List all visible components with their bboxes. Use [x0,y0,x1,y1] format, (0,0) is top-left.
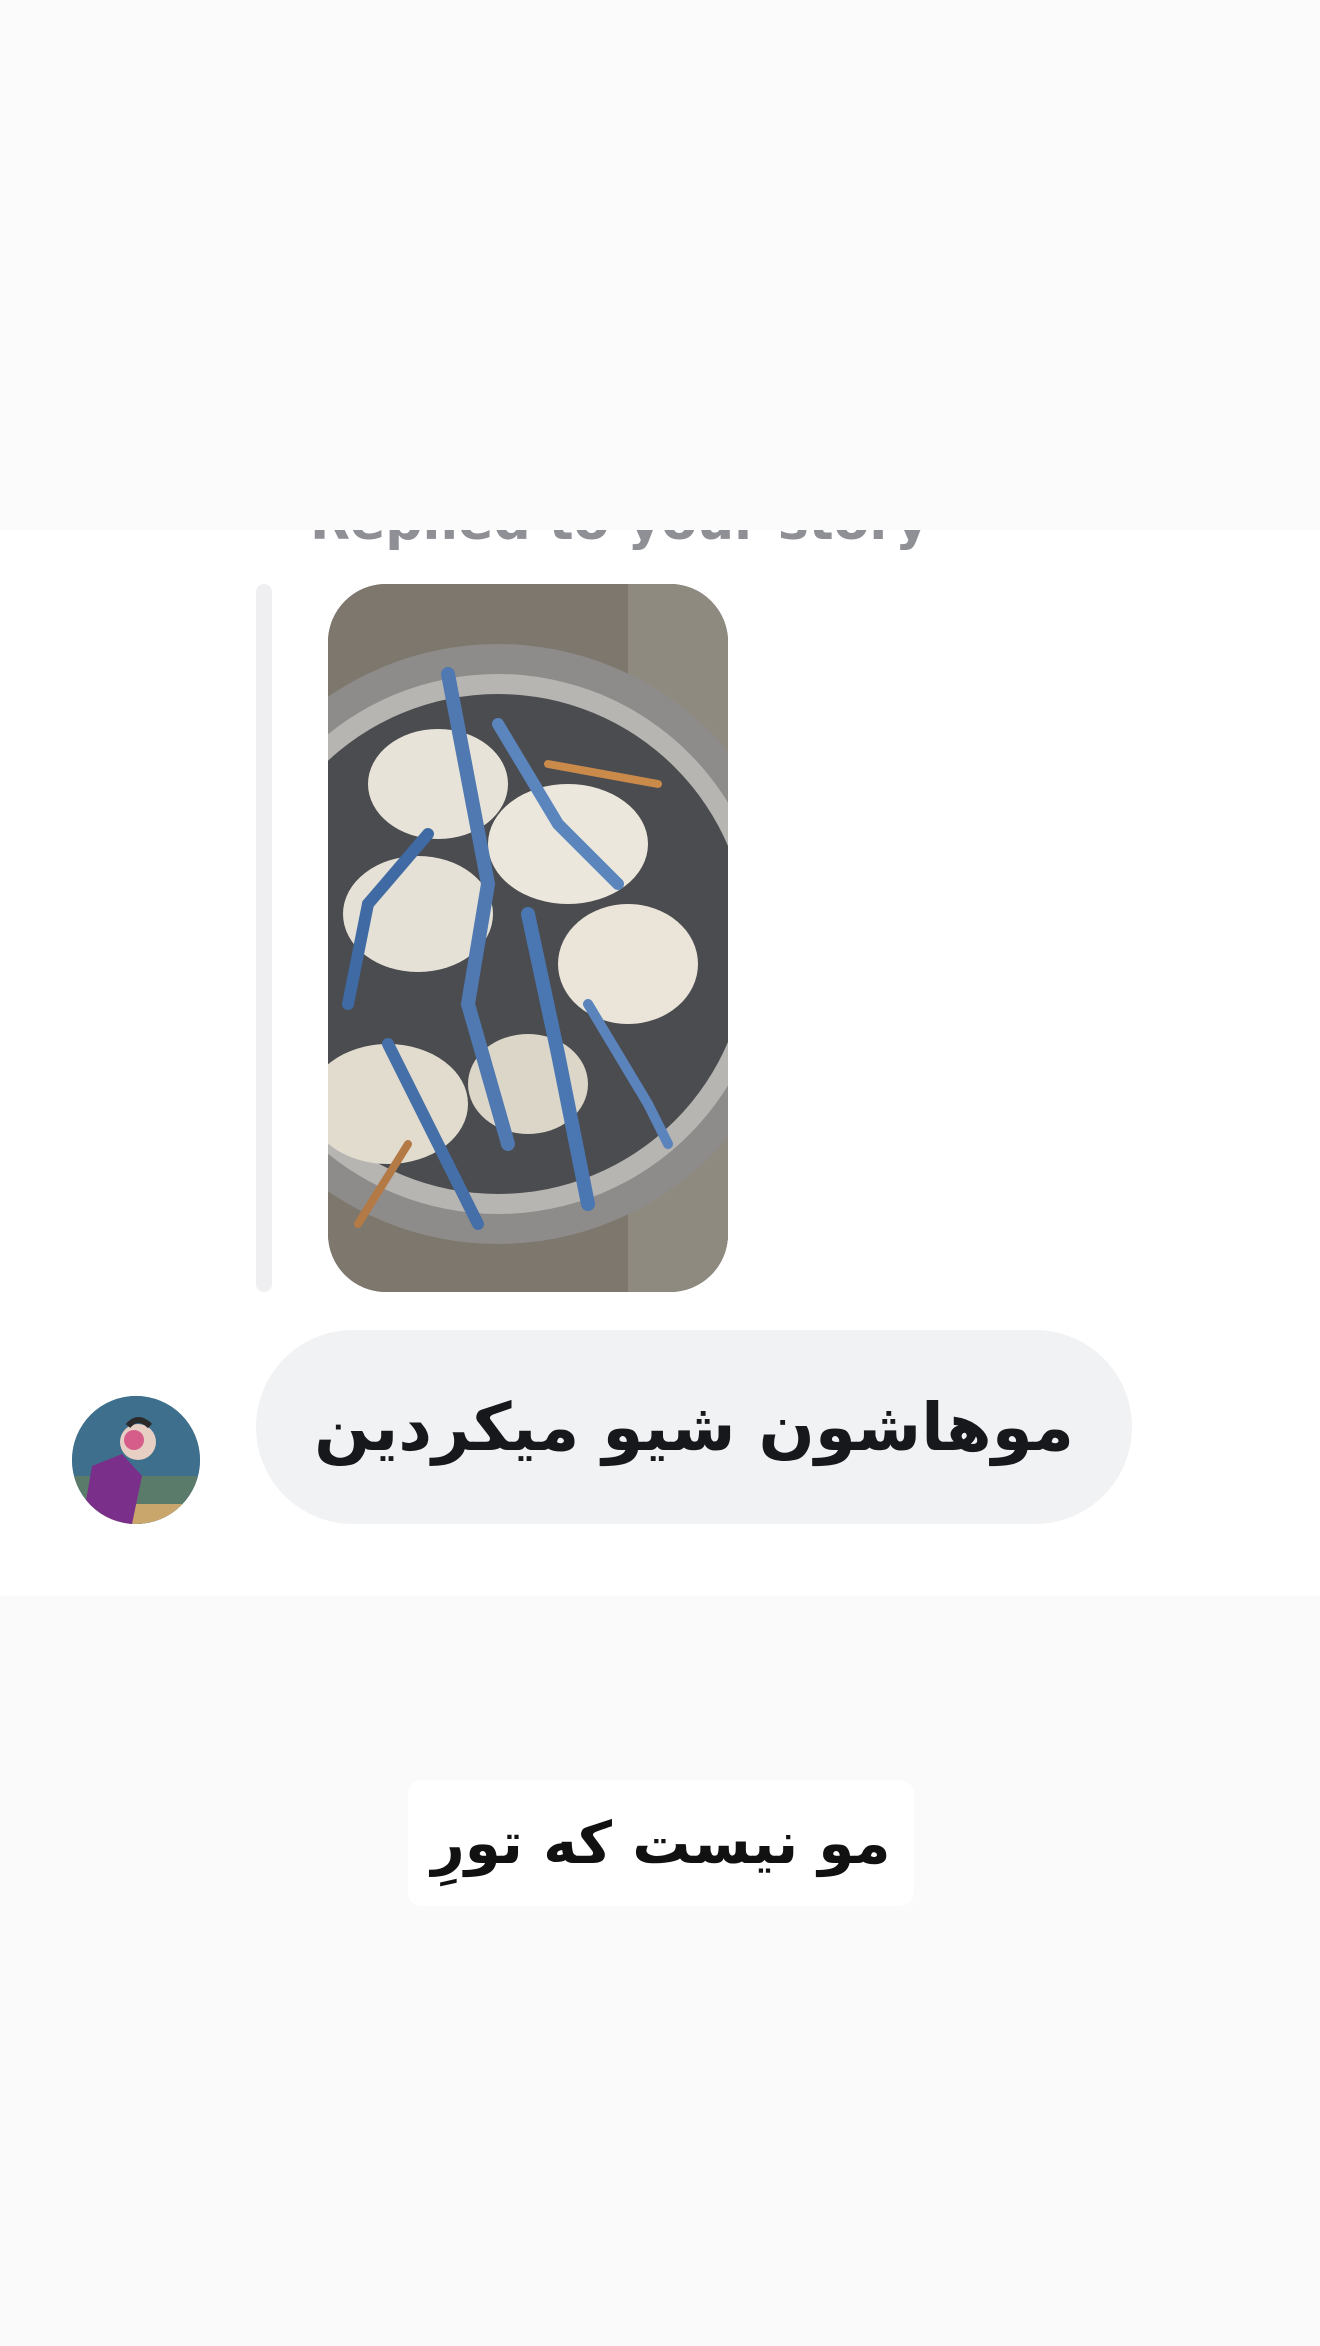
story-thumbnail-image[interactable] [328,584,728,1292]
dm-screenshot-panel: Replied to your story [0,530,1320,1596]
message-bubble[interactable]: موهاشون شیو میکردین [256,1330,1132,1524]
crabs-photo-illustration [328,584,728,1292]
reply-indicator-bar [256,584,272,1292]
story-caption[interactable]: مو نیست که تورِ [408,1780,914,1906]
story-background-top [0,0,1320,530]
replied-to-story-label: Replied to your story [310,530,929,552]
story-caption-text: مو نیست که تورِ [431,1809,891,1877]
message-text: موهاشون شیو میکردین [314,1388,1074,1466]
story-page: Replied to your story [0,0,1320,2346]
avatar-photo-illustration [72,1396,200,1524]
sender-avatar[interactable] [72,1396,200,1524]
